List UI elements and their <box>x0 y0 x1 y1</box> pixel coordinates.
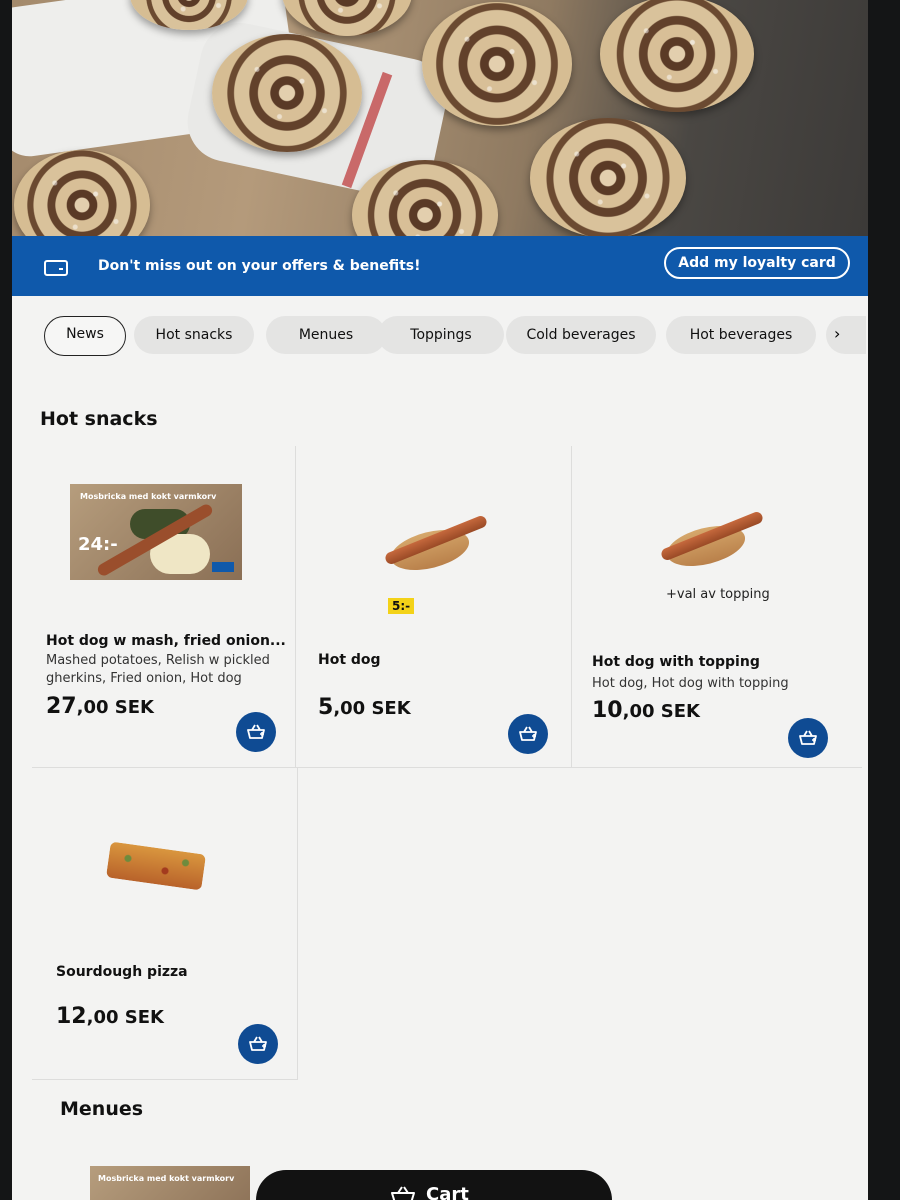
price-tag: 5:- <box>388 598 415 614</box>
tab-hot-beverages[interactable]: Hot beverages <box>666 316 816 354</box>
section-title-hot-snacks: Hot snacks <box>40 408 158 430</box>
product-name: Sourdough pizza <box>56 964 188 980</box>
product-card[interactable]: Mosbricka med kokt varmkorv 24:- Hot dog… <box>32 446 296 768</box>
cart-label: Cart <box>426 1184 469 1200</box>
price-rest: ,00 SEK <box>76 697 154 718</box>
product-description: Mashed potatoes, Relish w pickled gherki… <box>46 653 270 686</box>
brand-logo <box>212 562 234 572</box>
tab-hot-snacks[interactable]: Hot snacks <box>134 316 254 354</box>
product-name: Hot dog with topping <box>592 654 760 670</box>
price-main: 5 <box>318 695 334 720</box>
product-card[interactable]: +val av topping Hot dog with topping Hot… <box>572 446 862 768</box>
add-to-cart-button[interactable] <box>238 1024 278 1064</box>
product-name: Hot dog <box>318 652 381 668</box>
cinnamon-bun <box>422 2 572 126</box>
price-rest: ,00 SEK <box>622 701 700 722</box>
basket-plus-icon <box>249 1036 267 1051</box>
product-price: 5,00 SEK <box>318 695 411 720</box>
cinnamon-bun <box>212 34 362 152</box>
wallet-icon <box>44 260 68 276</box>
cinnamon-bun <box>282 0 412 36</box>
product-price: 27,00 SEK <box>46 694 154 719</box>
basket-icon <box>391 1186 415 1200</box>
hotdog-mash-photo: Mosbricka med kokt varmkorv 24:- <box>70 484 242 580</box>
photo-caption: Mosbricka med kokt varmkorv <box>98 1174 235 1183</box>
price-main: 12 <box>56 1004 87 1029</box>
section-title-menues: Menues <box>60 1098 144 1120</box>
loyalty-banner: Don't miss out on your offers & benefits… <box>12 236 868 296</box>
product-card[interactable]: Sourdough pizza 12,00 SEK <box>32 768 298 1080</box>
photo-price: 24:- <box>78 534 118 555</box>
tab-menues[interactable]: Menues <box>266 316 386 354</box>
cinnamon-bun <box>530 118 686 238</box>
basket-plus-icon <box>247 724 265 739</box>
menu-preview-photo[interactable]: Mosbricka med kokt varmkorv <box>90 1166 250 1200</box>
product-card[interactable]: 5:- Hot dog 5,00 SEK <box>296 446 572 768</box>
loyalty-message: Don't miss out on your offers & benefits… <box>98 258 421 274</box>
hotdog-icon <box>658 506 768 576</box>
cart-button[interactable]: Cart <box>256 1170 612 1200</box>
tabs-scroll-right-icon[interactable]: › <box>826 316 866 354</box>
add-to-cart-button[interactable] <box>788 718 828 758</box>
cinnamon-bun <box>14 150 150 238</box>
topping-note: +val av topping <box>666 587 770 602</box>
hotdog-icon <box>382 510 492 580</box>
product-name: Hot dog w mash, fried onion... <box>46 633 286 649</box>
price-main: 27 <box>46 694 77 719</box>
price-rest: ,00 SEK <box>86 1007 164 1028</box>
cinnamon-bun <box>600 0 754 112</box>
basket-plus-icon <box>519 726 537 741</box>
add-to-cart-button[interactable] <box>508 714 548 754</box>
photo-caption: Mosbricka med kokt varmkorv <box>80 492 217 501</box>
product-description: Hot dog, Hot dog with topping <box>592 676 789 691</box>
category-tabs: News Hot snacks Menues Toppings Cold bev… <box>44 316 868 358</box>
price-main: 10 <box>592 698 623 723</box>
pizza-icon <box>105 841 207 891</box>
tab-cold-beverages[interactable]: Cold beverages <box>506 316 656 354</box>
product-price: 12,00 SEK <box>56 1004 164 1029</box>
add-to-cart-button[interactable] <box>236 712 276 752</box>
basket-plus-icon <box>799 730 817 745</box>
product-price: 10,00 SEK <box>592 698 700 723</box>
add-loyalty-card-button[interactable]: Add my loyalty card <box>664 247 850 279</box>
tab-toppings[interactable]: Toppings <box>378 316 504 354</box>
tab-news[interactable]: News <box>44 316 126 356</box>
hero-banner-image <box>12 0 868 238</box>
price-rest: ,00 SEK <box>333 698 411 719</box>
kiosk-screen: Don't miss out on your offers & benefits… <box>12 0 868 1200</box>
